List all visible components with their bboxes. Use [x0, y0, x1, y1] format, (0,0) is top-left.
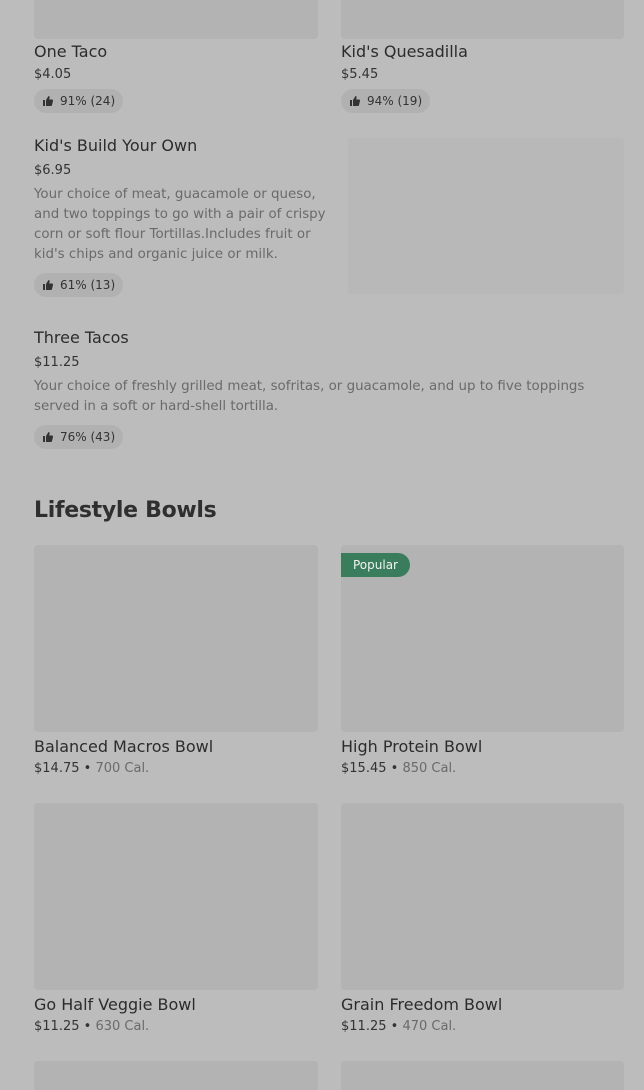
thumbs-up-icon: [349, 95, 361, 107]
item-description: Your choice of freshly grilled meat, sof…: [34, 379, 585, 414]
rating-text: 91% (24): [60, 94, 116, 108]
thumbs-up-icon: [42, 431, 54, 443]
item-calories: 700 Cal.: [95, 761, 150, 776]
item-price-calories: $14.75 • 700 Cal.: [34, 761, 149, 776]
item-description: Your choice of meat, guacamole or queso,…: [34, 187, 326, 262]
separator: •: [83, 761, 92, 776]
kids-quesadilla-image[interactable]: [341, 0, 624, 39]
item-calories: 470 Cal.: [402, 1019, 457, 1034]
thumbs-up-icon: [42, 95, 54, 107]
grain-freedom-bowl-image[interactable]: [341, 803, 624, 990]
item-price: $14.75: [34, 761, 80, 776]
item-title-go-half-veggie[interactable]: Go Half Veggie Bowl: [34, 995, 196, 1014]
rating-text: 94% (19): [367, 94, 423, 108]
separator: •: [390, 1019, 399, 1034]
item-calories: 850 Cal.: [402, 761, 457, 776]
bowl-image[interactable]: [34, 1061, 318, 1090]
rating-badge: 61% (13): [34, 273, 124, 297]
popular-badge: Popular: [341, 553, 410, 577]
item-price-calories: $15.45 • 850 Cal.: [341, 761, 456, 776]
separator: •: [390, 761, 399, 776]
rating-text: 76% (43): [60, 430, 116, 444]
rating-badge: 76% (43): [34, 425, 124, 449]
rating-badge: 91% (24): [34, 89, 124, 113]
item-title-kids-build[interactable]: Kid's Build Your Own: [34, 136, 197, 155]
section-title: Lifestyle Bowls: [34, 498, 217, 523]
rating-text: 61% (13): [60, 278, 116, 292]
item-title-three-tacos[interactable]: Three Tacos: [34, 328, 129, 347]
item-price: $11.25: [34, 1019, 80, 1034]
item-title-kids-quesadilla[interactable]: Kid's Quesadilla: [341, 42, 468, 61]
item-title-grain-freedom[interactable]: Grain Freedom Bowl: [341, 995, 502, 1014]
one-taco-image[interactable]: [34, 0, 318, 39]
separator: •: [83, 1019, 92, 1034]
go-half-veggie-bowl-image[interactable]: [34, 803, 318, 990]
item-price: $11.25: [341, 1019, 387, 1034]
item-price: $4.05: [34, 67, 72, 82]
item-title-balanced-macros[interactable]: Balanced Macros Bowl: [34, 737, 213, 756]
item-price-calories: $11.25 • 470 Cal.: [341, 1019, 456, 1034]
balanced-macros-bowl-image[interactable]: [34, 545, 318, 732]
item-calories: 630 Cal.: [95, 1019, 150, 1034]
rating-badge: 94% (19): [341, 89, 431, 113]
thumbs-up-icon: [42, 279, 54, 291]
item-price: $15.45: [341, 761, 387, 776]
item-title-one-taco[interactable]: One Taco: [34, 42, 107, 61]
bowl-image[interactable]: [341, 1061, 624, 1090]
item-title-high-protein[interactable]: High Protein Bowl: [341, 737, 482, 756]
item-price: $5.45: [341, 67, 379, 82]
item-price-calories: $11.25 • 630 Cal.: [34, 1019, 149, 1034]
item-price: $6.95: [34, 163, 72, 178]
item-price: $11.25: [34, 355, 80, 370]
kids-build-image[interactable]: [348, 138, 624, 294]
